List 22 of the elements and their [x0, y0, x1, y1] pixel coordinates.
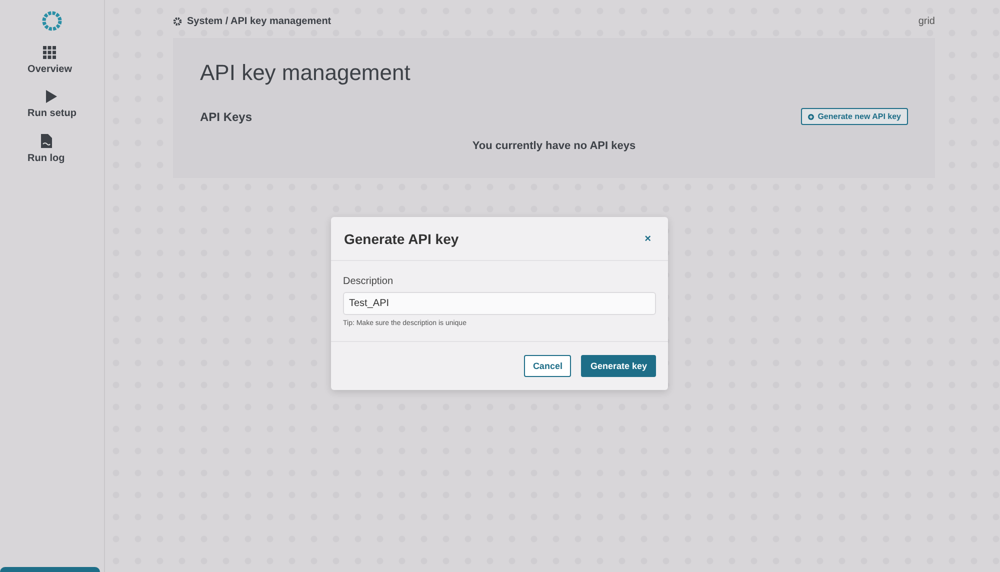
logo-icon	[41, 10, 63, 32]
page-title: API key management	[200, 60, 412, 86]
dialog-title: Generate API key	[344, 231, 459, 247]
field-label: Description	[343, 276, 394, 287]
sidebar-item[interactable]: Overview	[28, 46, 72, 75]
user-name: grid	[918, 16, 935, 26]
empty-message: You currently have no API keys	[471, 140, 637, 152]
description-field[interactable]: Test_API	[343, 292, 656, 315]
sidebar-bottom-bar[interactable]	[0, 567, 100, 572]
cancel-button[interactable]: Cancel	[524, 355, 572, 377]
sidebar-item[interactable]: Run setup	[28, 90, 76, 119]
play-icon	[46, 90, 58, 103]
close-button[interactable]: ×	[640, 233, 655, 245]
generate-new-key-button[interactable]: Generate new API key	[800, 108, 908, 125]
section-title: API Keys	[200, 110, 252, 124]
grid-icon	[43, 46, 56, 59]
plus-circle-icon	[808, 114, 814, 120]
sidebar-item[interactable]: Run log	[28, 134, 65, 164]
gear-icon	[173, 16, 182, 26]
breadcrumb: System / API key management	[187, 16, 332, 26]
document-icon	[40, 134, 52, 148]
generate-key-button[interactable]: Generate key	[581, 355, 656, 377]
